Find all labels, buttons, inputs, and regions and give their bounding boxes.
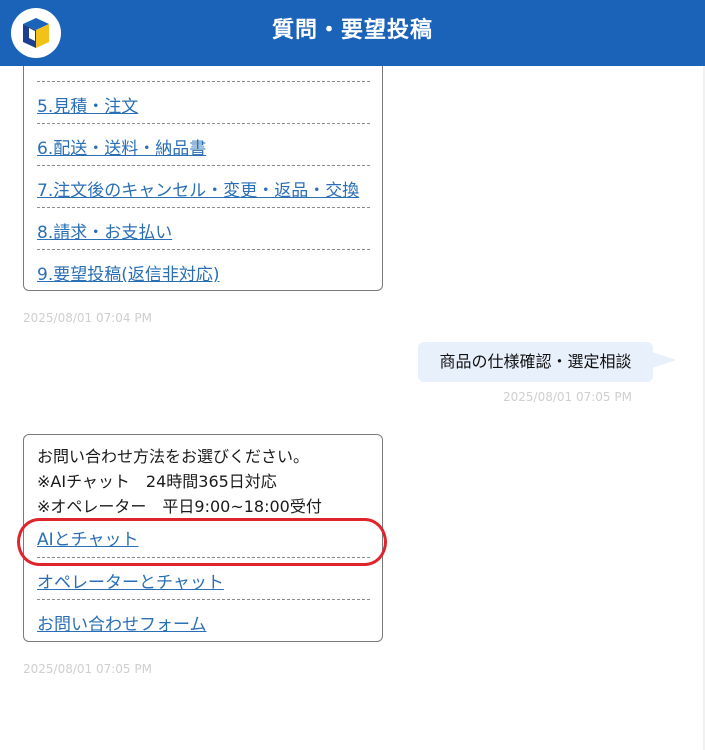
operator-chat-link[interactable]: オペレーターとチャット	[37, 568, 224, 593]
bot-timestamp: 2025/08/01 07:04 PM	[23, 311, 152, 325]
user-message-bubble: 商品の仕様確認・選定相談	[418, 342, 653, 382]
header-bar: 質問・要望投稿	[0, 0, 705, 66]
option-item: お問い合わせフォーム	[37, 599, 370, 641]
menu-link-shipping[interactable]: 6.配送・送料・納品書	[37, 134, 206, 159]
menu-link-estimate-order[interactable]: 5.見積・注文	[37, 92, 138, 117]
operator-hours: ※オペレーター 平日9:00~18:00受付	[37, 497, 322, 516]
chat-area[interactable]: 5.見積・注文 6.配送・送料・納品書 7.注文後のキャンセル・変更・返品・交換…	[0, 66, 705, 750]
bubble-tail	[652, 352, 676, 368]
menu-link-billing[interactable]: 8.請求・お支払い	[37, 218, 172, 243]
menu-item: 5.見積・注文	[37, 81, 370, 123]
inquiry-form-link[interactable]: お問い合わせフォーム	[37, 610, 207, 635]
menu-item: 7.注文後のキャンセル・変更・返品・交換	[37, 165, 370, 207]
menu-item: 8.請求・お支払い	[37, 207, 370, 249]
inquiry-options-card: お問い合わせ方法をお選びください。 ※AIチャット 24時間365日対応 ※オペ…	[23, 434, 383, 642]
ai-chat-hours: ※AIチャット 24時間365日対応	[37, 472, 277, 491]
chat-page: 質問・要望投稿 5.見積・注文 6.配送・送料・納品書 7.注文後のキャンセル・…	[0, 0, 705, 750]
options-intro: お問い合わせ方法をお選びください。	[37, 447, 310, 466]
menu-item: 9.要望投稿(返信非対応)	[37, 249, 370, 291]
menu-link-request[interactable]: 9.要望投稿(返信非対応)	[37, 260, 219, 285]
menu-link-cancel-return[interactable]: 7.注文後のキャンセル・変更・返品・交換	[37, 176, 359, 201]
option-item: AIとチャット	[37, 515, 370, 557]
category-menu-card: 5.見積・注文 6.配送・送料・納品書 7.注文後のキャンセル・変更・返品・交換…	[23, 66, 383, 291]
bot-timestamp: 2025/08/01 07:05 PM	[23, 662, 152, 676]
ai-chat-link[interactable]: AIとチャット	[37, 525, 138, 550]
page-title: 質問・要望投稿	[271, 18, 433, 43]
menu-item: 6.配送・送料・納品書	[37, 123, 370, 165]
user-timestamp: 2025/08/01 07:05 PM	[503, 390, 632, 404]
option-item: オペレーターとチャット	[37, 557, 370, 599]
